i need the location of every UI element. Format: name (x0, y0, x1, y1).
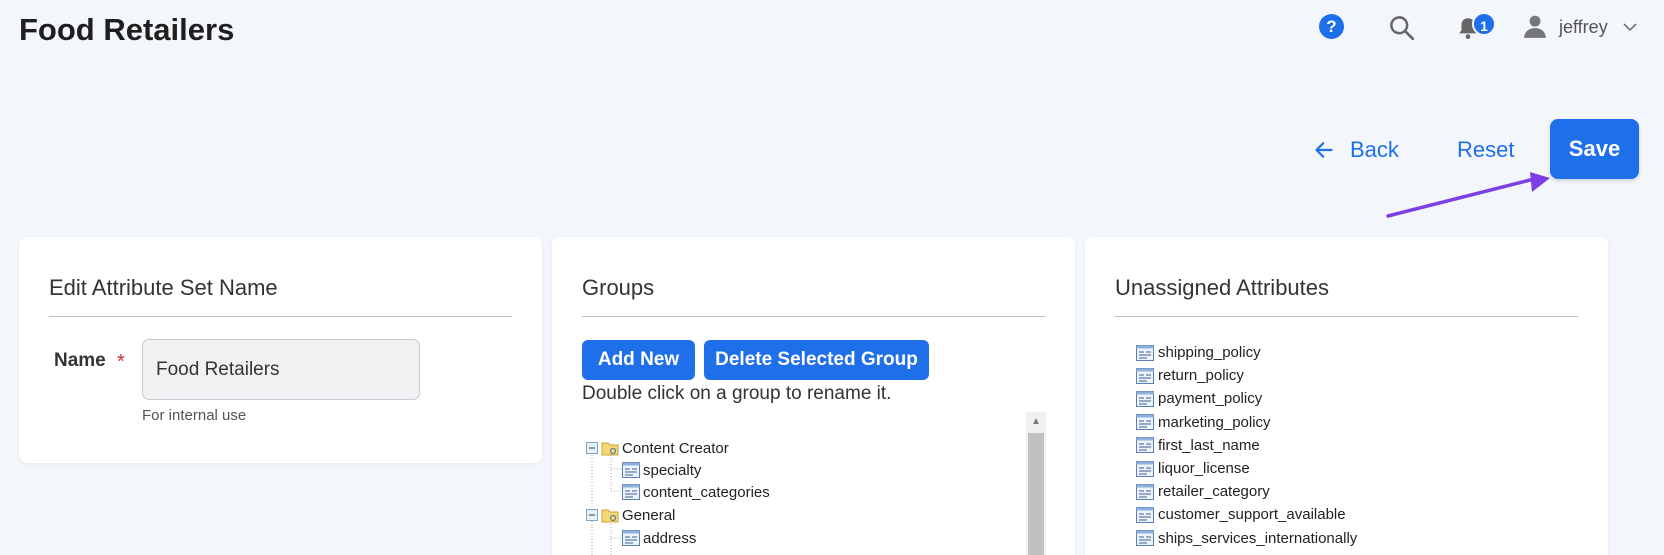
groups-tree[interactable]: Content Creator specialty content_catego… (582, 412, 1046, 555)
attribute-label: retailer_category (1158, 483, 1270, 501)
tree-item-address[interactable]: address (622, 527, 696, 549)
unassigned-attribute-item[interactable]: first_last_name (1136, 434, 1260, 457)
attribute-icon (622, 530, 640, 546)
arrow-left-icon (1315, 142, 1333, 158)
edit-attribute-set-panel: Edit Attribute Set Name Name * For inter… (19, 237, 542, 463)
attribute-icon (1136, 367, 1154, 384)
tree-group-general[interactable]: General (586, 504, 675, 526)
name-hint: For internal use (142, 407, 247, 424)
unassigned-attribute-item[interactable]: shipping_policy (1136, 341, 1261, 364)
attribute-icon (622, 484, 640, 500)
back-button[interactable]: Back (1314, 134, 1399, 166)
attribute-label: shipping_policy (1158, 344, 1261, 361)
panel-title: Unassigned Attributes (1115, 275, 1330, 300)
divider (582, 316, 1045, 317)
tree-item-label: specialty (643, 461, 702, 479)
page-title: Food Retailers (19, 12, 235, 47)
attribute-icon (1136, 437, 1154, 454)
user-name[interactable]: jeffrey (1559, 17, 1608, 38)
chevron-down-icon[interactable] (1621, 18, 1639, 36)
divider (1115, 316, 1578, 317)
reset-button[interactable]: Reset (1457, 134, 1514, 166)
attribute-icon (622, 462, 640, 478)
scroll-up-icon[interactable]: ▲ (1026, 412, 1046, 432)
unassigned-attribute-item[interactable]: ships_services_internationally (1136, 527, 1357, 550)
attribute-icon (1136, 460, 1154, 477)
required-mark: * (117, 351, 125, 373)
attribute-label: marketing_policy (1158, 413, 1271, 431)
name-label: Name (54, 350, 106, 371)
annotation-arrow (1386, 172, 1550, 218)
unassigned-attributes-panel: Unassigned Attributes shipping_policyret… (1085, 237, 1608, 555)
folder-icon (601, 442, 619, 456)
attribute-icon (1136, 483, 1154, 500)
tree-item-label: address (643, 529, 697, 547)
panel-title: Groups (582, 275, 655, 300)
groups-panel: Groups Add New Delete Selected Group Dou… (552, 237, 1075, 555)
unassigned-attribute-item[interactable]: liquor_license (1136, 457, 1250, 480)
collapse-toggle-icon[interactable] (586, 442, 598, 454)
attribute-icon (1136, 414, 1154, 431)
tree-group-label: Content Creator (622, 439, 729, 457)
save-button[interactable]: Save (1550, 119, 1639, 179)
attribute-icon (1136, 344, 1154, 361)
tree-group-content-creator[interactable]: Content Creator (586, 437, 729, 459)
help-circle-icon[interactable]: ? (1319, 14, 1344, 39)
groups-hint: Double click on a group to rename it. (582, 383, 892, 404)
attribute-label: customer_support_available (1158, 506, 1346, 524)
back-label: Back (1350, 137, 1399, 162)
scroll-thumb[interactable] (1028, 433, 1044, 555)
tree-item-label: content_categories (643, 483, 770, 501)
tree-item-content-categories[interactable]: content_categories (622, 481, 770, 503)
user-icon[interactable] (1522, 13, 1548, 39)
folder-icon (601, 509, 619, 523)
unassigned-attribute-item[interactable]: payment_policy (1136, 387, 1262, 410)
attribute-label: first_last_name (1158, 436, 1260, 454)
tree-scrollbar[interactable]: ▲ (1026, 412, 1046, 555)
attribute-label: liquor_license (1158, 460, 1250, 477)
collapse-toggle-icon[interactable] (586, 509, 598, 521)
unassigned-attribute-item[interactable]: retailer_category (1136, 480, 1270, 503)
attribute-label: return_policy (1158, 367, 1244, 385)
search-icon[interactable] (1388, 14, 1415, 41)
attribute-label: payment_policy (1158, 390, 1263, 408)
unassigned-attribute-item[interactable]: return_policy (1136, 364, 1244, 387)
unassigned-attribute-item[interactable]: marketing_policy (1136, 411, 1271, 434)
tree-item-specialty[interactable]: specialty (622, 459, 701, 481)
panel-title: Edit Attribute Set Name (49, 275, 278, 300)
name-input[interactable] (142, 339, 420, 400)
attribute-icon (1136, 390, 1154, 407)
notification-badge[interactable]: 1 (1472, 12, 1496, 36)
attribute-label: ships_services_internationally (1158, 529, 1358, 547)
attribute-icon (1136, 530, 1154, 547)
unassigned-attribute-item[interactable]: customer_support_available (1136, 503, 1346, 526)
divider (49, 316, 512, 317)
delete-selected-group-button[interactable]: Delete Selected Group (704, 340, 929, 380)
add-new-group-button[interactable]: Add New (582, 340, 695, 380)
tree-group-label: General (622, 506, 676, 524)
attribute-icon (1136, 506, 1154, 523)
